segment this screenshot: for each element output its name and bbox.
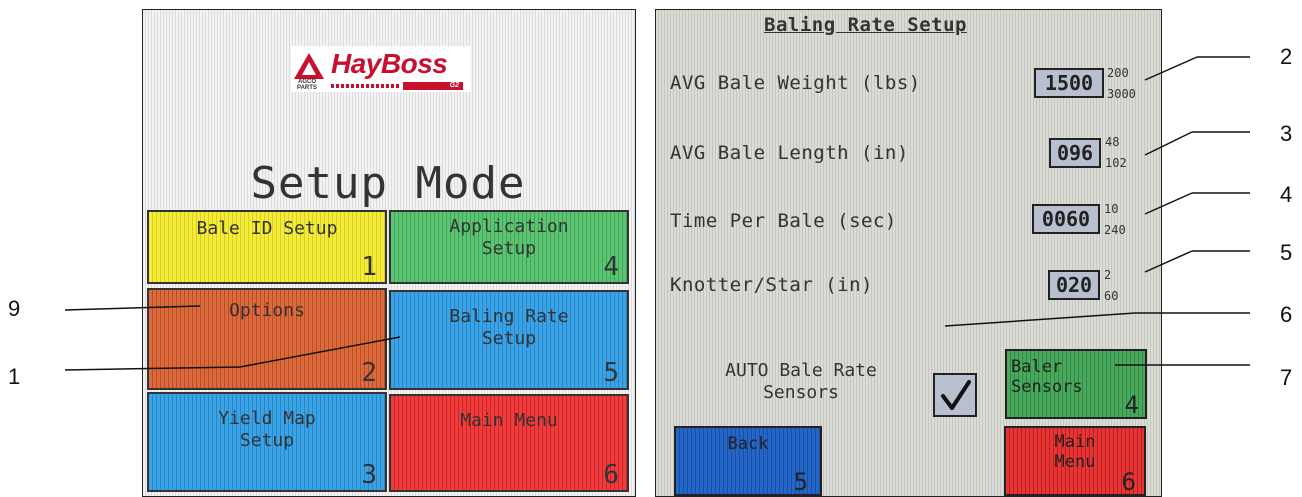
callout-number-5: 5 <box>1280 240 1293 265</box>
callout-line-9 <box>64 305 201 311</box>
callout-line-4-a <box>1144 192 1193 215</box>
callout-number-1: 1 <box>8 364 21 389</box>
callout-line-2-a <box>1144 56 1198 81</box>
callout-number-4: 4 <box>1280 182 1293 207</box>
callout-line-6-a <box>944 312 1136 327</box>
callout-line-1-a <box>64 366 241 371</box>
callout-number-6: 6 <box>1280 302 1293 327</box>
callout-number-3: 3 <box>1280 121 1293 146</box>
callout-number-7: 7 <box>1280 365 1293 390</box>
callout-line-5-a <box>1144 250 1193 273</box>
callout-line-1-b <box>239 336 401 368</box>
callout-number-9: 9 <box>8 296 21 321</box>
callout-lines <box>64 56 1250 371</box>
callout-number-2: 2 <box>1280 44 1293 69</box>
callout-line-3-a <box>1144 131 1193 156</box>
